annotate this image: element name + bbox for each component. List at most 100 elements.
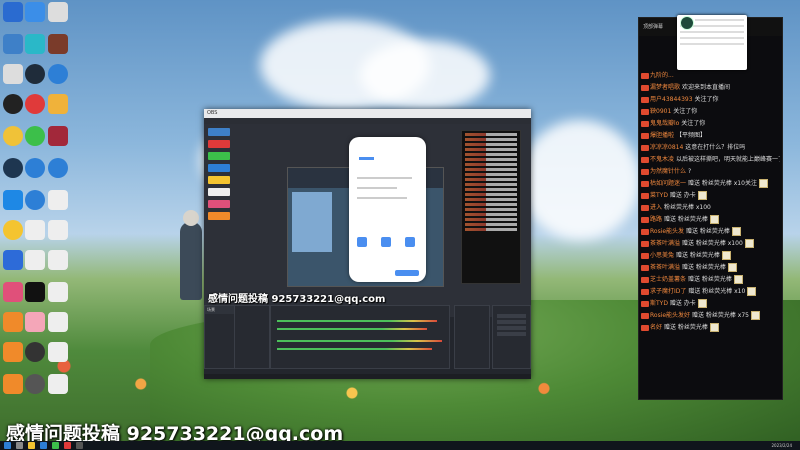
chat-text: 赠送 粉丝荧光棒 — [663, 216, 708, 223]
desktop-icon[interactable] — [48, 342, 68, 362]
desktop-icon[interactable] — [25, 2, 45, 22]
chat-username[interactable]: 进入 — [650, 204, 662, 211]
desktop-icon[interactable] — [48, 250, 68, 270]
desktop-icon[interactable] — [3, 342, 23, 362]
chat-username[interactable]: 茶茶叶满溢 — [650, 240, 680, 247]
chat-username[interactable]: 芝士奶盖薯条 — [650, 276, 686, 283]
desktop-icon[interactable] — [3, 2, 23, 22]
chat-username[interactable]: 凉凉凉0814 — [650, 144, 683, 151]
chat-message: 菜TYD 赠送 办卡 — [641, 190, 780, 202]
desktop-icon[interactable] — [25, 64, 45, 84]
taskbar-icon[interactable] — [76, 442, 83, 449]
desktop-icon[interactable] — [25, 220, 45, 240]
gift-icon — [758, 179, 768, 188]
desktop-icon[interactable] — [3, 374, 23, 394]
chat-username[interactable]: 菜TYD — [650, 192, 668, 199]
chat-username[interactable]: 用户43844393 — [650, 96, 693, 103]
desktop-icon[interactable] — [48, 126, 68, 146]
taskbar-icon[interactable] — [28, 442, 35, 449]
chat-username[interactable]: 鬼鬼哉瓣lo — [650, 120, 679, 127]
desktop-icon[interactable] — [48, 282, 68, 302]
taskbar-icon[interactable] — [16, 442, 23, 449]
desktop-icon[interactable] — [3, 158, 23, 178]
chat-message: 名好 赠送 粉丝荧光棒 — [641, 322, 780, 334]
desktop-icon[interactable] — [48, 94, 68, 114]
desktop-icon[interactable] — [48, 158, 68, 178]
desktop-icon[interactable] — [3, 94, 23, 114]
audio-mixer-dock[interactable] — [270, 305, 450, 369]
start-streaming-button[interactable] — [497, 314, 526, 318]
desktop-icon[interactable] — [25, 190, 45, 210]
audio-meter — [277, 328, 427, 330]
desktop-icon[interactable] — [3, 250, 23, 270]
chat-username[interactable]: 茶茶叶满溢 — [650, 264, 680, 271]
desktop-icon[interactable] — [25, 94, 45, 114]
desktop-icon[interactable] — [25, 126, 45, 146]
transitions-dock[interactable] — [454, 305, 490, 369]
desktop-icon[interactable] — [3, 220, 23, 240]
studio-mode-button[interactable] — [497, 326, 526, 330]
chat-username[interactable]: 名好 — [650, 324, 662, 331]
taskbar-icon[interactable] — [64, 442, 71, 449]
chat-username[interactable]: 鞅0901 — [650, 108, 671, 115]
chat-list: 九阶的... 漏梦者唱歌 欢迎来到本直播间 用户43844393 关注了你 鞅090… — [641, 70, 780, 334]
desktop-icon[interactable] — [3, 282, 23, 302]
start-recording-button[interactable] — [497, 320, 526, 324]
fan-badge-icon — [641, 300, 649, 307]
desktop-icon[interactable] — [48, 64, 68, 84]
desktop-icon[interactable] — [3, 190, 23, 210]
taskbar-icon[interactable] — [40, 442, 47, 449]
avatar — [680, 16, 694, 30]
desktop-icon[interactable] — [48, 220, 68, 240]
taskbar-icon[interactable] — [52, 442, 59, 449]
gift-icon — [747, 287, 757, 296]
chat-message: 为然魔针什么 ? — [641, 166, 780, 178]
desktop-icon[interactable] — [25, 312, 45, 332]
chat-message: 鬼鬼哉瓣lo 关注了你 — [641, 118, 780, 130]
gift-icon — [721, 251, 731, 260]
taskbar: 2023/2/24 — [0, 441, 800, 450]
desktop-icon[interactable] — [25, 158, 45, 178]
chat-username[interactable]: 枯如问题迷一 — [650, 180, 686, 187]
chat-text: 这意在打什么？排位吗 — [685, 144, 746, 151]
desktop-icon[interactable] — [25, 342, 45, 362]
desktop-icon[interactable] — [48, 312, 68, 332]
start-icon[interactable] — [4, 442, 11, 449]
phone-confirm-button[interactable] — [395, 270, 419, 276]
chat-username[interactable]: 路路 — [650, 216, 662, 223]
chat-username[interactable]: 斯TYD — [650, 300, 668, 307]
desktop-icon[interactable] — [48, 34, 68, 54]
chat-username[interactable]: Rosie能头发好 — [650, 312, 690, 319]
chat-username[interactable]: 不鬼木凌 — [650, 156, 674, 163]
desktop-icon[interactable] — [25, 34, 45, 54]
controls-dock[interactable] — [492, 305, 531, 369]
desktop-icon[interactable] — [3, 312, 23, 332]
chat-username[interactable]: 爆胆播啦 — [650, 132, 674, 139]
fan-badge-icon — [641, 264, 649, 271]
desktop-icon[interactable] — [25, 374, 45, 394]
chat-username[interactable]: Rosie能头发 — [650, 228, 684, 235]
chat-message: Rosie能头发 赠送 粉丝荧光棒 — [641, 226, 780, 238]
chat-username[interactable]: 求子魔打ID了 — [650, 288, 686, 295]
chat-username[interactable]: 九阶的... — [650, 72, 674, 79]
chat-message: 斯TYD 赠送 办卡 — [641, 298, 780, 310]
chat-username[interactable]: 漏梦者唱歌 — [650, 84, 680, 91]
desktop-icon[interactable] — [3, 64, 23, 84]
desktop-icon[interactable] — [48, 374, 68, 394]
chat-text: 关注了你 — [681, 120, 706, 127]
chat-message: Rosie能头发好 赠送 粉丝荧光棒 x75 — [641, 310, 780, 322]
desktop-icon[interactable] — [48, 2, 68, 22]
chat-message: 凉凉凉0814 这意在打什么？排位吗 — [641, 142, 780, 154]
desktop-icon[interactable] — [25, 250, 45, 270]
chat-text: 关注了你 — [694, 96, 719, 103]
chat-username[interactable]: 为然魔针什么 — [650, 168, 686, 175]
sources-dock[interactable] — [234, 305, 270, 369]
desktop-icon[interactable] — [25, 282, 45, 302]
user-popup[interactable] — [677, 15, 747, 70]
obs-title-bar[interactable]: OBS — [204, 109, 531, 118]
chat-username[interactable]: 小思美兔 — [650, 252, 674, 259]
desktop-icon[interactable] — [3, 126, 23, 146]
desktop-icon[interactable] — [48, 190, 68, 210]
desktop-icon[interactable] — [3, 34, 23, 54]
settings-button[interactable] — [497, 332, 526, 336]
